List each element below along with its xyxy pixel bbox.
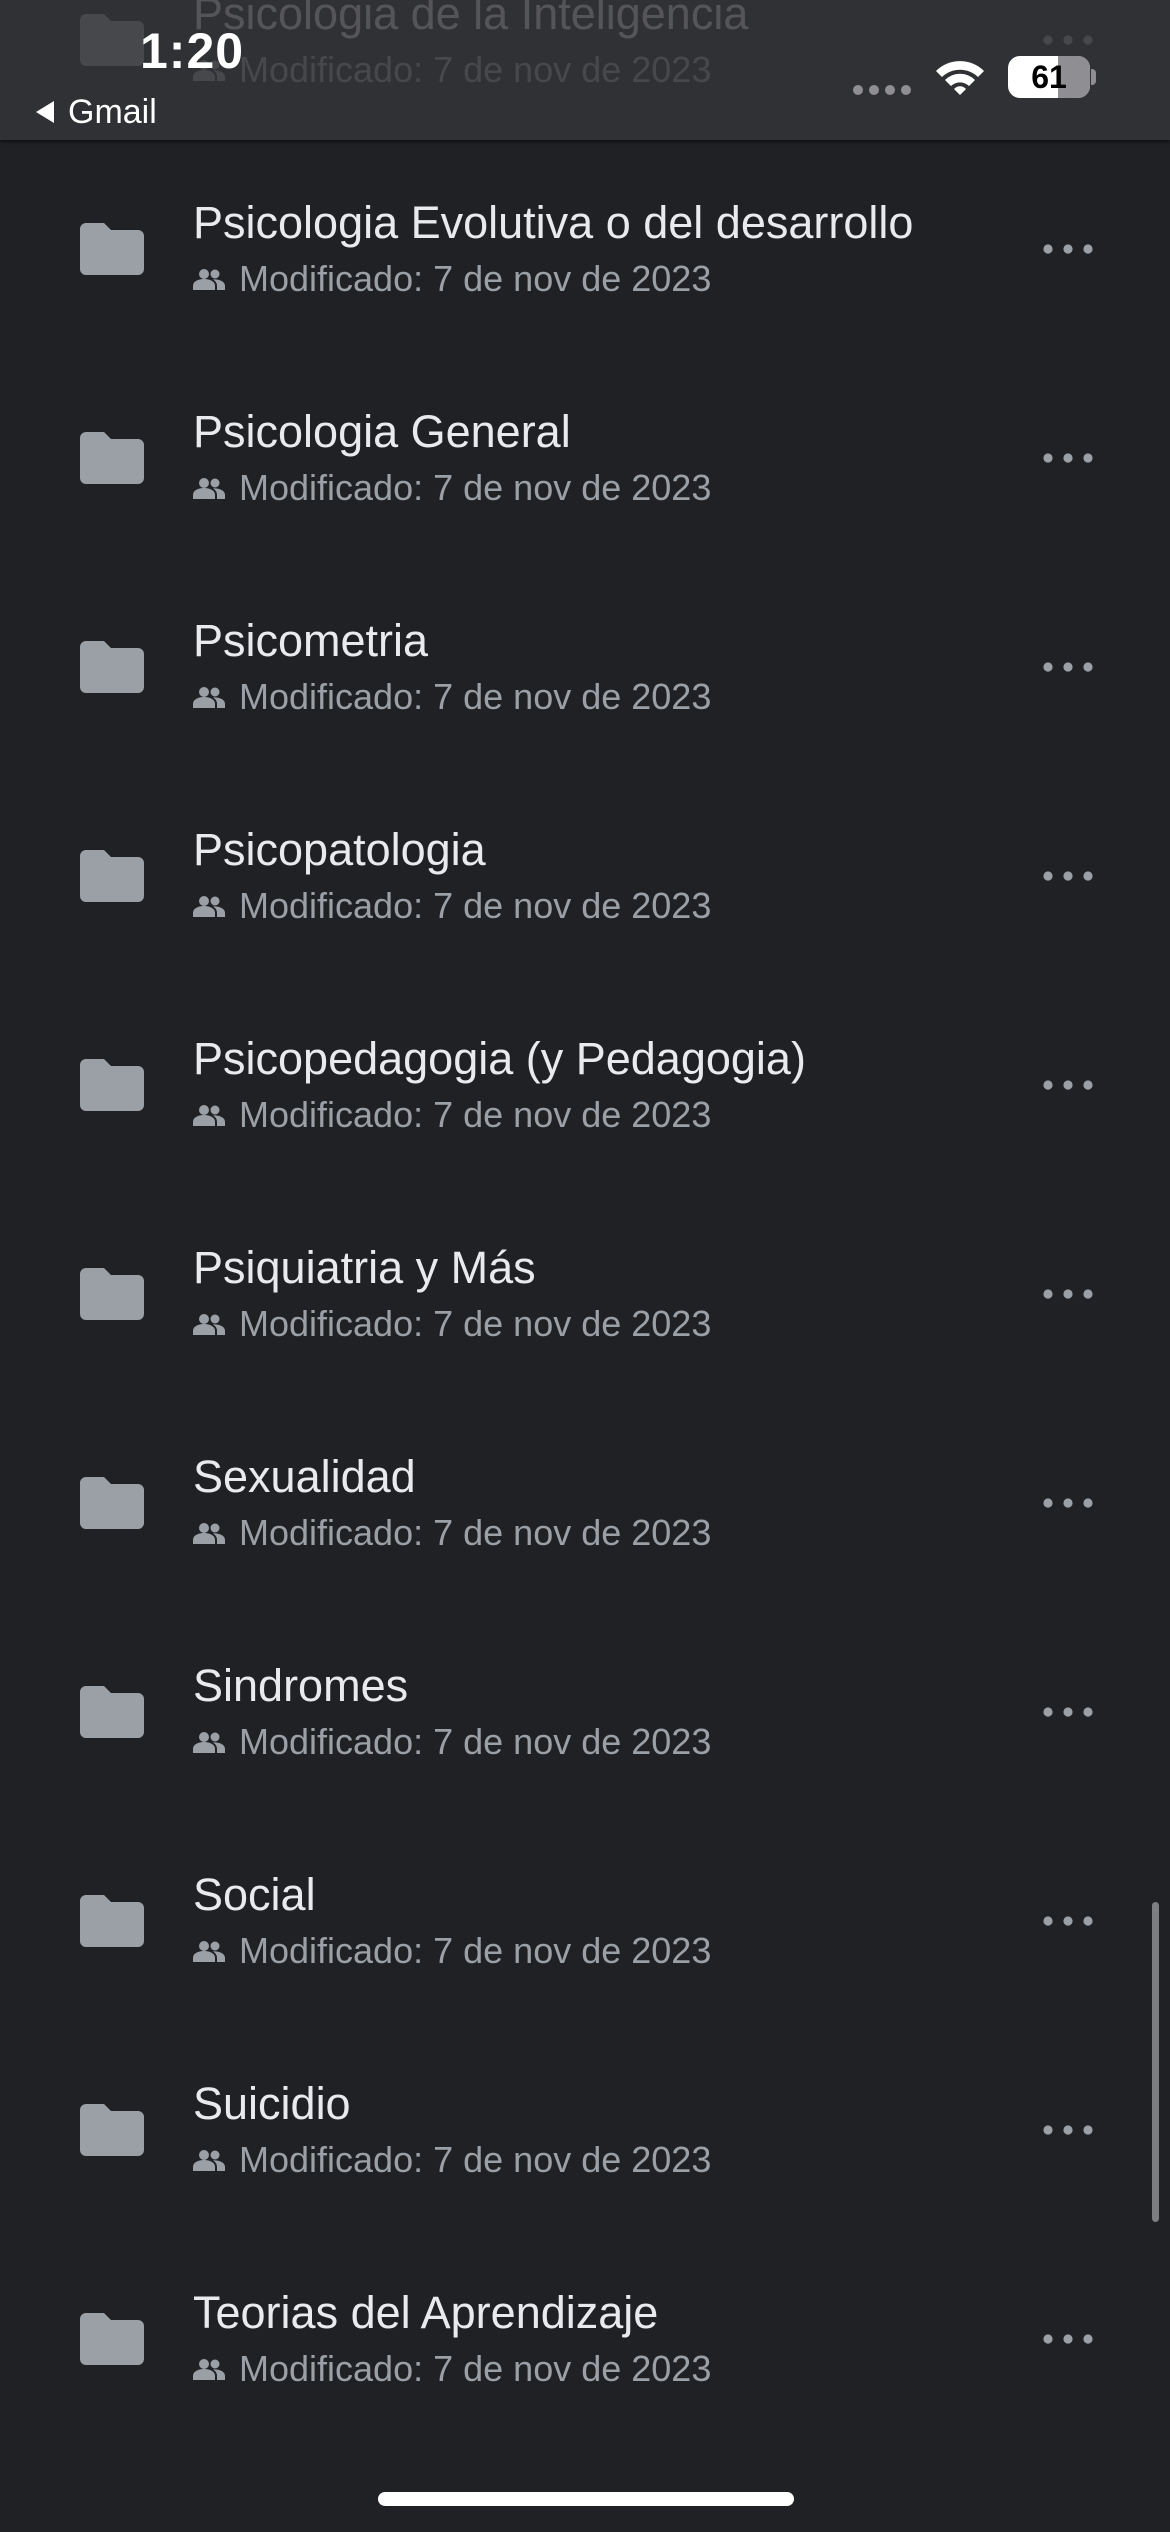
folder-meta: Modificado: 7 de nov de 2023	[193, 673, 711, 721]
more-options-icon[interactable]	[1028, 227, 1108, 271]
folder-name: Teorias del Aprendizaje	[193, 2287, 659, 2338]
shared-people-icon	[193, 268, 225, 290]
folder-name: Sexualidad	[193, 1451, 416, 1502]
modified-date: Modificado: 7 de nov de 2023	[239, 885, 712, 926]
folder-meta: Modificado: 7 de nov de 2023	[193, 2136, 711, 2184]
folder-row[interactable]: Teorias del Aprendizaje Modificado: 7 de …	[0, 2257, 1170, 2466]
folder-name: Sindromes	[193, 1660, 409, 1711]
folder-row[interactable]: Psicopatologia Modificado: 7 de nov de 20…	[0, 794, 1170, 1003]
folder-icon	[80, 432, 144, 484]
folder-icon	[80, 1895, 144, 1947]
more-options-icon[interactable]	[1028, 1481, 1108, 1525]
folder-row[interactable]: Psicologia Evolutiva o del desarrollo Mod…	[0, 167, 1170, 376]
more-options-icon[interactable]	[1028, 1063, 1108, 1107]
more-options-icon[interactable]	[1028, 645, 1108, 689]
folder-name: Psicopatologia	[193, 824, 486, 875]
folder-row[interactable]: Sexualidad Modificado: 7 de nov de 2023	[0, 1421, 1170, 1630]
folder-row[interactable]: Social Modificado: 7 de nov de 2023	[0, 1839, 1170, 2048]
file-list[interactable]: Psicologia de la InteligenciaModificado:…	[0, 0, 1170, 2532]
battery-indicator: 61	[1008, 56, 1090, 98]
folder-row[interactable]: Psicopedagogia (y Pedagogia) Modificado: …	[0, 1003, 1170, 1212]
more-options-icon[interactable]	[1028, 1690, 1108, 1734]
folder-row[interactable]: Psicologia General Modificado: 7 de nov d…	[0, 376, 1170, 585]
modified-date: Modificado: 7 de nov de 2023	[239, 2139, 712, 2180]
cellular-signal-icon	[853, 85, 911, 95]
shared-people-icon	[193, 1313, 225, 1335]
folder-name: Social	[193, 1869, 316, 1920]
modified-date: Modificado: 7 de nov de 2023	[239, 1512, 712, 1553]
modified-date: Modificado: 7 de nov de 2023	[239, 467, 712, 508]
back-to-gmail-link[interactable]: Gmail	[36, 88, 157, 136]
folder-meta: Modificado: 7 de nov de 2023	[193, 2345, 711, 2393]
modified-date: Modificado: 7 de nov de 2023	[239, 258, 712, 299]
folder-name: Psiquiatria y Más	[193, 1242, 536, 1293]
status-bar: 1:20 Gmail 61	[0, 0, 1170, 140]
shared-people-icon	[193, 477, 225, 499]
modified-date: Modificado: 7 de nov de 2023	[239, 1930, 712, 1971]
folder-meta: Modificado: 7 de nov de 2023	[193, 1718, 711, 1766]
folder-icon	[80, 1059, 144, 1111]
home-indicator[interactable]	[378, 2492, 794, 2506]
modified-date: Modificado: 7 de nov de 2023	[239, 1721, 712, 1762]
folder-meta: Modificado: 7 de nov de 2023	[193, 255, 711, 303]
more-options-icon[interactable]	[1028, 854, 1108, 898]
folder-icon	[80, 1477, 144, 1529]
shared-people-icon	[193, 686, 225, 708]
shared-people-icon	[193, 2358, 225, 2380]
folder-meta: Modificado: 7 de nov de 2023	[193, 1927, 711, 1975]
modified-date: Modificado: 7 de nov de 2023	[239, 676, 712, 717]
folder-icon	[80, 641, 144, 693]
folder-name: Psicologia Evolutiva o del desarrollo	[193, 197, 914, 248]
battery-tip	[1091, 69, 1096, 85]
shared-people-icon	[193, 2149, 225, 2171]
more-options-icon[interactable]	[1028, 1272, 1108, 1316]
folder-row[interactable]: Sindromes Modificado: 7 de nov de 2023	[0, 1630, 1170, 1839]
wifi-icon	[936, 61, 984, 95]
folder-meta: Modificado: 7 de nov de 2023	[193, 1509, 711, 1557]
folder-row[interactable]: Suicidio Modificado: 7 de nov de 2023	[0, 2048, 1170, 2257]
folder-row[interactable]: Psicometria Modificado: 7 de nov de 2023	[0, 585, 1170, 794]
folder-icon	[80, 2104, 144, 2156]
shared-people-icon	[193, 1522, 225, 1544]
shared-people-icon	[193, 895, 225, 917]
folder-meta: Modificado: 7 de nov de 2023	[193, 1300, 711, 1348]
folder-icon	[80, 850, 144, 902]
folder-meta: Modificado: 7 de nov de 2023	[193, 882, 711, 930]
folder-meta: Modificado: 7 de nov de 2023	[193, 1091, 711, 1139]
folder-name: Suicidio	[193, 2078, 351, 2129]
back-arrow-icon	[36, 101, 54, 123]
folder-icon	[80, 1686, 144, 1738]
folder-meta: Modificado: 7 de nov de 2023	[193, 464, 711, 512]
battery-level: 61	[1031, 58, 1067, 95]
shared-people-icon	[193, 1940, 225, 1962]
shared-people-icon	[193, 1731, 225, 1753]
folder-name: Psicometria	[193, 615, 429, 666]
more-options-icon[interactable]	[1028, 2108, 1108, 2152]
more-options-icon[interactable]	[1028, 1899, 1108, 1943]
folder-icon	[80, 2313, 144, 2365]
shared-people-icon	[193, 1104, 225, 1126]
folder-icon	[80, 1268, 144, 1320]
more-options-icon[interactable]	[1028, 2317, 1108, 2361]
folder-row[interactable]: Psiquiatria y Más Modificado: 7 de nov de…	[0, 1212, 1170, 1421]
back-label: Gmail	[68, 92, 157, 131]
folder-name: Psicologia General	[193, 406, 571, 457]
more-options-icon[interactable]	[1028, 436, 1108, 480]
modified-date: Modificado: 7 de nov de 2023	[239, 2348, 712, 2389]
modified-date: Modificado: 7 de nov de 2023	[239, 1303, 712, 1344]
scrollbar[interactable]	[1152, 1902, 1159, 2222]
folder-icon	[80, 223, 144, 275]
status-time: 1:20	[140, 23, 245, 79]
modified-date: Modificado: 7 de nov de 2023	[239, 1094, 712, 1135]
folder-name: Psicopedagogia (y Pedagogia)	[193, 1033, 806, 1084]
